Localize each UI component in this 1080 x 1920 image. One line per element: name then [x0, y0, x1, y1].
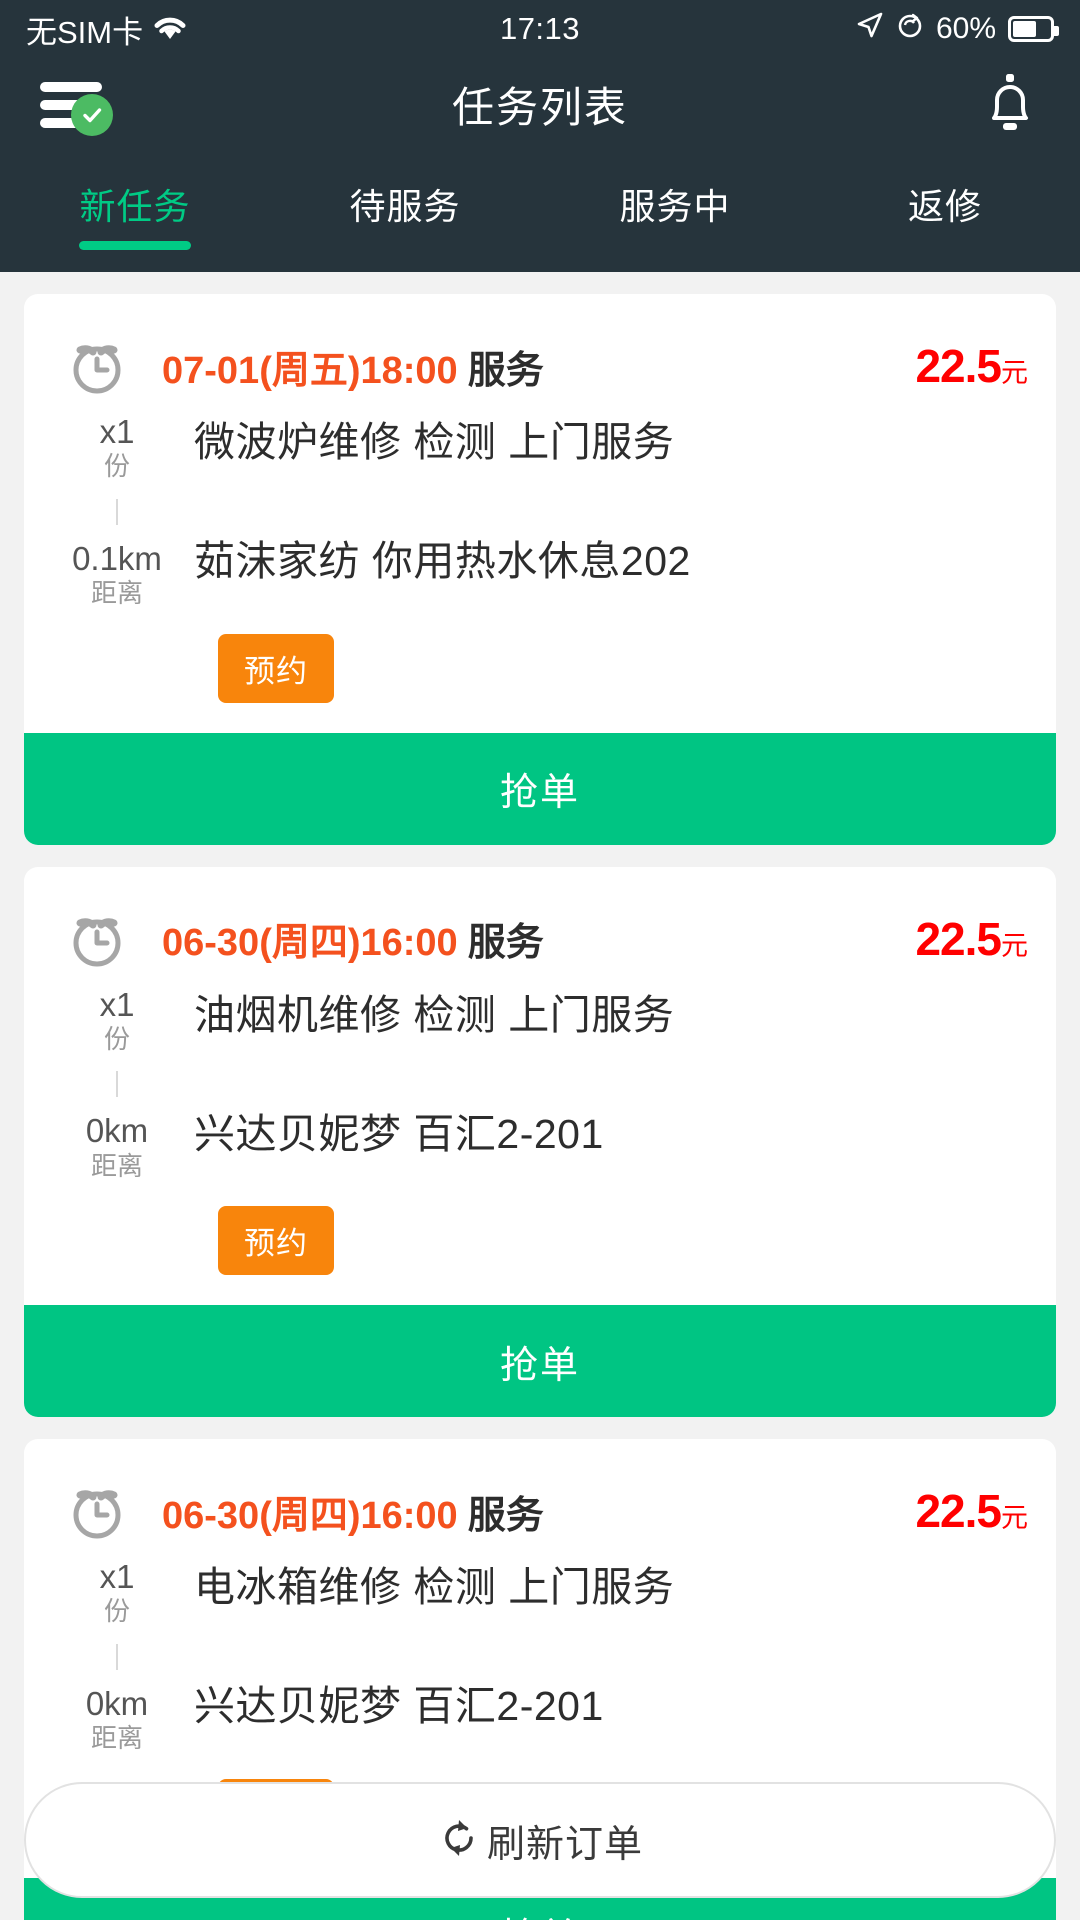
task-info-column: 油烟机维修 检测 上门服务 兴达贝妮梦 百汇2-201 — [182, 987, 1028, 1183]
task-time-suffix: 服务 — [468, 350, 544, 392]
meta-divider — [116, 499, 118, 525]
task-badge-row: 预约 — [52, 610, 1028, 733]
grab-order-button[interactable]: 抢单 — [24, 733, 1056, 845]
task-time-row: 06-30(周四)16:00服务 22.5元 — [52, 897, 1028, 981]
task-meta-column: x1 份 0.1km 距离 — [52, 414, 182, 610]
status-badge: 预约 — [218, 1206, 334, 1275]
tab-in-service[interactable]: 服务中 — [540, 178, 810, 250]
task-address: 兴达贝妮梦 百汇2-201 — [194, 1114, 1028, 1155]
task-distance-value: 0.1km — [72, 541, 162, 577]
task-distance-label: 距离 — [91, 577, 143, 610]
status-badge: 预约 — [218, 634, 334, 703]
task-distance-label: 距离 — [91, 1722, 143, 1755]
task-card[interactable]: 07-01(周五)18:00服务 22.5元 x1 份 0.1km 距离 — [24, 294, 1056, 845]
task-badge-row: 预约 — [52, 1182, 1028, 1305]
status-bar: 无SIM卡 17:13 — [0, 0, 1080, 58]
tab-new-tasks[interactable]: 新任务 — [0, 178, 270, 250]
task-date: 06-30(周四)16:00 — [162, 1495, 458, 1537]
task-distance-block: 0km 距离 — [86, 1686, 148, 1755]
task-quantity-block: x1 份 — [100, 987, 135, 1056]
task-price-unit: 元 — [1001, 358, 1028, 388]
task-address: 茹沫家纺 你用热水休息202 — [194, 541, 1028, 582]
page-title: 任务列表 — [0, 74, 1080, 135]
task-meta-column: x1 份 0km 距离 — [52, 1559, 182, 1755]
task-distance-value: 0km — [86, 1686, 148, 1722]
task-card-body: 07-01(周五)18:00服务 22.5元 x1 份 0.1km 距离 — [24, 294, 1056, 733]
task-service-name: 油烟机维修 检测 上门服务 — [194, 995, 1028, 1036]
task-address: 兴达贝妮梦 百汇2-201 — [194, 1686, 1028, 1727]
tab-label: 服务中 — [619, 186, 730, 227]
task-quantity-value: x1 — [100, 1559, 135, 1595]
tab-active-indicator — [79, 241, 191, 250]
task-time-text: 06-30(周四)16:00服务 — [162, 911, 544, 966]
meta-divider — [116, 1071, 118, 1097]
task-detail-grid: x1 份 0.1km 距离 微波炉维修 检测 上门服务 茹沫家纺 你用热水休息2… — [52, 408, 1028, 610]
battery-percent-label: 60% — [936, 12, 996, 46]
task-list[interactable]: 07-01(周五)18:00服务 22.5元 x1 份 0.1km 距离 — [0, 272, 1080, 1920]
check-circle-icon — [71, 94, 113, 136]
app-root: 无SIM卡 17:13 — [0, 0, 1080, 1920]
task-price-value: 22.5 — [915, 1485, 1001, 1537]
tab-label: 待服务 — [349, 186, 460, 227]
bell-icon[interactable] — [980, 71, 1040, 137]
alarm-clock-icon — [66, 908, 128, 970]
task-meta-column: x1 份 0km 距离 — [52, 987, 182, 1183]
tab-pending-service[interactable]: 待服务 — [270, 178, 540, 250]
task-quantity-label: 份 — [104, 1023, 130, 1056]
task-quantity-value: x1 — [100, 987, 135, 1023]
status-bar-right: 60% — [856, 11, 1054, 47]
app-header: 任务列表 — [0, 58, 1080, 150]
task-price: 22.5元 — [915, 339, 1028, 393]
tab-rework[interactable]: 返修 — [810, 178, 1080, 250]
refresh-orders-label: 刷新订单 — [487, 1813, 643, 1868]
task-time-row: 07-01(周五)18:00服务 22.5元 — [52, 324, 1028, 408]
task-detail-grid: x1 份 0km 距离 电冰箱维修 检测 上门服务 兴达贝妮梦 百汇2-201 — [52, 1553, 1028, 1755]
grab-order-button[interactable]: 抢单 — [24, 1305, 1056, 1417]
task-date: 07-01(周五)18:00 — [162, 350, 458, 392]
task-time-text: 07-01(周五)18:00服务 — [162, 339, 544, 394]
task-card[interactable]: 06-30(周四)16:00服务 22.5元 x1 份 0km 距离 — [24, 867, 1056, 1418]
meta-divider — [116, 1644, 118, 1670]
task-distance-value: 0km — [86, 1113, 148, 1149]
task-quantity-block: x1 份 — [100, 1559, 135, 1628]
task-service-name: 微波炉维修 检测 上门服务 — [194, 422, 1028, 463]
rotation-lock-icon — [896, 11, 924, 47]
task-price-value: 22.5 — [915, 340, 1001, 392]
task-quantity-block: x1 份 — [100, 414, 135, 483]
task-price-unit: 元 — [1001, 1503, 1028, 1533]
alarm-clock-icon — [66, 335, 128, 397]
hamburger-menu-icon[interactable] — [40, 74, 114, 134]
task-time-row: 06-30(周四)16:00服务 22.5元 — [52, 1469, 1028, 1553]
battery-icon — [1008, 16, 1054, 42]
task-time-text: 06-30(周四)16:00服务 — [162, 1484, 544, 1539]
task-service-name: 电冰箱维修 检测 上门服务 — [194, 1567, 1028, 1608]
task-time-suffix: 服务 — [468, 1495, 544, 1537]
task-info-column: 微波炉维修 检测 上门服务 茹沫家纺 你用热水休息202 — [182, 414, 1028, 610]
task-distance-block: 0.1km 距离 — [72, 541, 162, 610]
task-detail-grid: x1 份 0km 距离 油烟机维修 检测 上门服务 兴达贝妮梦 百汇2-201 — [52, 981, 1028, 1183]
refresh-orders-button[interactable]: 刷新订单 — [24, 1782, 1056, 1898]
task-date: 06-30(周四)16:00 — [162, 922, 458, 964]
task-quantity-value: x1 — [100, 414, 135, 450]
tab-label: 新任务 — [79, 186, 190, 227]
task-time-suffix: 服务 — [468, 922, 544, 964]
task-distance-block: 0km 距离 — [86, 1113, 148, 1182]
location-arrow-icon — [856, 11, 884, 47]
task-price-value: 22.5 — [915, 913, 1001, 965]
task-quantity-label: 份 — [104, 1595, 130, 1628]
tab-label: 返修 — [908, 186, 982, 227]
alarm-clock-icon — [66, 1480, 128, 1542]
tab-bar: 新任务 待服务 服务中 返修 — [0, 150, 1080, 272]
task-price: 22.5元 — [915, 912, 1028, 966]
task-price: 22.5元 — [915, 1484, 1028, 1538]
task-card-body: 06-30(周四)16:00服务 22.5元 x1 份 0km 距离 — [24, 867, 1056, 1306]
task-info-column: 电冰箱维修 检测 上门服务 兴达贝妮梦 百汇2-201 — [182, 1559, 1028, 1755]
task-price-unit: 元 — [1001, 931, 1028, 961]
task-distance-label: 距离 — [91, 1150, 143, 1183]
task-quantity-label: 份 — [104, 450, 130, 483]
refresh-icon — [437, 1816, 481, 1865]
